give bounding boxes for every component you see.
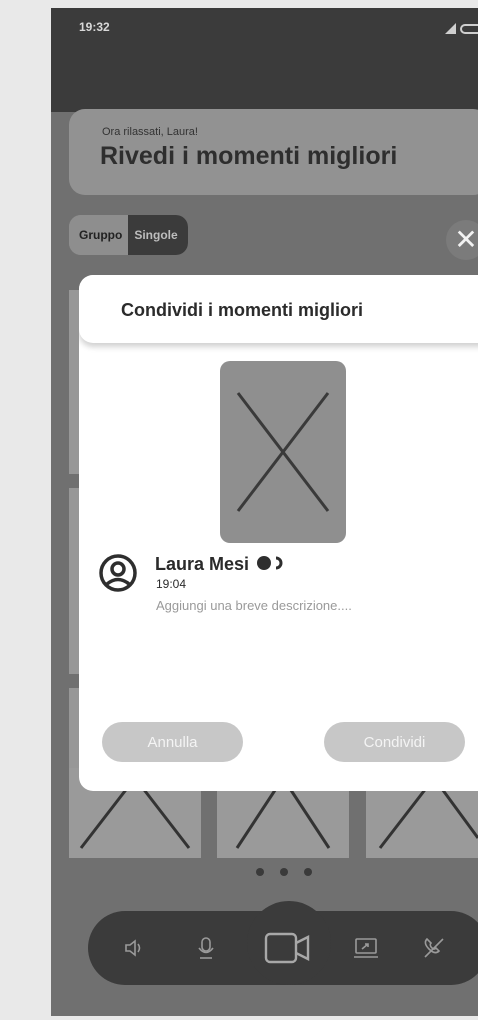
end-call-icon[interactable] [419,933,449,963]
user-avatar-icon [98,553,138,593]
page-dot[interactable] [256,868,264,876]
video-camera-icon[interactable] [263,926,313,970]
speaker-icon[interactable] [119,933,149,963]
page-dot[interactable] [304,868,312,876]
status-bar: 19:32 [51,8,478,50]
dialog-title: Condividi i momenti migliori [121,300,364,320]
moment-preview [220,361,346,543]
battery-icon [460,24,478,34]
description-input[interactable]: Aggiungi una breve descrizione.... [156,598,352,613]
header-subtitle: Ora rilassati, Laura! [102,126,198,138]
tab-singole[interactable]: Singole [128,215,188,255]
microphone-icon[interactable] [191,933,221,963]
user-name: Laura Mesi [155,554,292,575]
screen-share-icon[interactable] [349,933,383,963]
user-name-text: Laura Mesi [155,554,250,574]
phone-screen: 19:32 Ora rilassati, Laura! Rivedi i mom… [51,8,478,1016]
header-card: Ora rilassati, Laura! Rivedi i momenti m… [69,109,478,195]
placeholder-image-icon [236,392,330,512]
page-title: Rivedi i momenti migliori [100,142,398,170]
cancel-button[interactable]: Annulla [102,722,243,762]
share-button[interactable]: Condividi [324,722,465,762]
segment-control: Gruppo Singole [69,215,188,255]
post-time: 19:04 [156,577,187,591]
share-dialog: Condividi i momenti migliori Laura Mesi … [79,275,478,791]
top-area [51,50,478,112]
emoji-icon [257,556,285,570]
dialog-header: Condividi i momenti migliori [79,275,478,343]
status-time: 19:32 [79,20,110,34]
signal-icon [445,23,456,34]
pagination-dots [256,868,312,876]
close-icon[interactable]: ✕ [446,220,478,260]
page-dot[interactable] [280,868,288,876]
tab-gruppo[interactable]: Gruppo [69,215,129,255]
